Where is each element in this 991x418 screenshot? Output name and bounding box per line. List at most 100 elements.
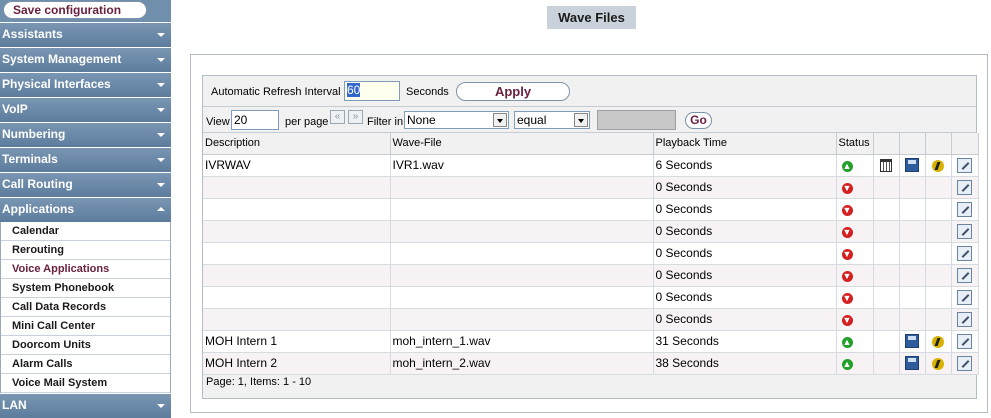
filter-field-value: None [407, 113, 436, 127]
menu-numbering[interactable]: Numbering [0, 123, 171, 147]
save-icon[interactable] [905, 158, 919, 173]
edit-icon[interactable] [957, 157, 972, 173]
cell-delete [873, 352, 900, 375]
sidebar-item-calendar[interactable]: Calendar [1, 222, 170, 241]
filter-in-label: Filter in [367, 116, 404, 128]
edit-icon[interactable] [957, 311, 972, 327]
play-icon[interactable] [932, 335, 944, 348]
cell-wave-file [390, 286, 654, 309]
edit-icon[interactable] [957, 355, 972, 371]
cell-status: ▼ [836, 286, 874, 309]
cell-play [925, 286, 952, 309]
sidebar-item-voice-mail-system[interactable]: Voice Mail System [1, 374, 170, 393]
refresh-interval-input[interactable]: 60 [344, 81, 400, 101]
sidebar-item-rerouting[interactable]: Rerouting [1, 241, 170, 260]
play-icon[interactable] [932, 159, 944, 172]
menu-physical-interfaces[interactable]: Physical Interfaces [0, 73, 171, 97]
apply-button[interactable]: Apply [456, 82, 570, 101]
sidebar-item-alarm-calls[interactable]: Alarm Calls [1, 355, 170, 374]
cell-playback-time: 0 Seconds [653, 242, 837, 265]
status-down-icon: ▼ [841, 205, 853, 216]
next-page-button[interactable]: » [348, 110, 363, 124]
filter-row: View 20 per page « » Filter in None equa… [203, 107, 976, 133]
cell-edit [951, 198, 979, 221]
menu-label: Terminals [2, 152, 58, 166]
sidebar-item-call-data-records[interactable]: Call Data Records [1, 298, 170, 317]
status-down-icon: ▼ [841, 315, 853, 326]
edit-icon[interactable] [957, 289, 972, 305]
table-row[interactable]: 0 Seconds ▼ [203, 264, 979, 287]
sidebar: Save configuration Assistants System Mana… [0, 0, 171, 418]
column-header-play [925, 133, 952, 155]
table-row[interactable]: 0 Seconds ▼ [203, 286, 979, 309]
cell-playback-time: 0 Seconds [653, 176, 837, 199]
cell-delete [873, 154, 900, 177]
column-header-description[interactable]: Description [203, 133, 391, 155]
menu-label: Physical Interfaces [2, 77, 111, 91]
column-header-status[interactable]: Status [836, 133, 874, 155]
save-configuration-button[interactable]: Save configuration [3, 1, 147, 19]
go-button[interactable]: Go [685, 112, 712, 129]
cell-wave-file: moh_intern_1.wav [390, 330, 654, 353]
view-count-input[interactable]: 20 [231, 110, 279, 130]
cell-status: ▼ [836, 176, 874, 199]
save-icon[interactable] [905, 356, 919, 371]
menu-label: System Management [2, 52, 122, 66]
trash-icon[interactable] [880, 159, 892, 173]
cell-playback-time: 0 Seconds [653, 308, 837, 331]
chevron-down-icon [157, 133, 165, 137]
menu-call-routing[interactable]: Call Routing [0, 173, 171, 197]
column-header-playback-time[interactable]: Playback Time [653, 133, 837, 155]
edit-icon[interactable] [957, 201, 972, 217]
save-icon[interactable] [905, 334, 919, 349]
refresh-interval-label: Automatic Refresh Interval [211, 86, 341, 98]
edit-icon[interactable] [957, 179, 972, 195]
sidebar-item-mini-call-center[interactable]: Mini Call Center [1, 317, 170, 336]
cell-description [203, 220, 391, 243]
edit-icon[interactable] [957, 333, 972, 349]
cell-delete [873, 330, 900, 353]
play-icon[interactable] [932, 357, 944, 370]
menu-lan[interactable]: LAN [0, 394, 171, 418]
sidebar-item-system-phonebook[interactable]: System Phonebook [1, 279, 170, 298]
cell-description: MOH Intern 1 [203, 330, 391, 353]
cell-delete [873, 242, 900, 265]
cell-playback-time: 6 Seconds [653, 154, 837, 177]
table-row[interactable]: IVRWAV IVR1.wav 6 Seconds ▲ [203, 154, 979, 177]
menu-terminals[interactable]: Terminals [0, 148, 171, 172]
cell-wave-file: IVR1.wav [390, 154, 654, 177]
table-row[interactable]: 0 Seconds ▼ [203, 176, 979, 199]
edit-icon[interactable] [957, 223, 972, 239]
cell-playback-time: 0 Seconds [653, 264, 837, 287]
refresh-interval-value: 60 [347, 83, 361, 97]
cell-play [925, 352, 952, 375]
applications-submenu: Calendar Rerouting Voice Applications Syste… [0, 222, 171, 393]
filter-value-input[interactable] [597, 110, 676, 130]
filter-operator-select[interactable]: equal [514, 111, 590, 129]
table-row[interactable]: 0 Seconds ▼ [203, 220, 979, 243]
cell-playback-time: 0 Seconds [653, 220, 837, 243]
sidebar-item-voice-applications[interactable]: Voice Applications [1, 260, 170, 279]
previous-page-button[interactable]: « [330, 110, 345, 124]
menu-label: VoIP [2, 102, 28, 116]
table-row[interactable]: 0 Seconds ▼ [203, 308, 979, 331]
table-row[interactable]: 0 Seconds ▼ [203, 198, 979, 221]
filter-field-select[interactable]: None [404, 111, 509, 129]
edit-icon[interactable] [957, 267, 972, 283]
edit-icon[interactable] [957, 245, 972, 261]
table-row[interactable]: 0 Seconds ▼ [203, 242, 979, 265]
cell-save [899, 286, 926, 309]
menu-applications[interactable]: Applications [0, 198, 171, 222]
table-row[interactable]: MOH Intern 2 moh_intern_2.wav 38 Seconds ▲ [203, 352, 979, 375]
menu-assistants[interactable]: Assistants [0, 23, 171, 47]
page-title: Wave Files [547, 6, 636, 29]
cell-edit [951, 264, 979, 287]
sidebar-item-doorcom-units[interactable]: Doorcom Units [1, 336, 170, 355]
menu-voip[interactable]: VoIP [0, 98, 171, 122]
column-header-wave-file[interactable]: Wave-File [390, 133, 654, 155]
cell-save [899, 176, 926, 199]
status-down-icon: ▼ [841, 183, 853, 194]
table-row[interactable]: MOH Intern 1 moh_intern_1.wav 31 Seconds ▲ [203, 330, 979, 353]
menu-system-management[interactable]: System Management [0, 48, 171, 72]
chevron-up-icon [157, 207, 165, 211]
